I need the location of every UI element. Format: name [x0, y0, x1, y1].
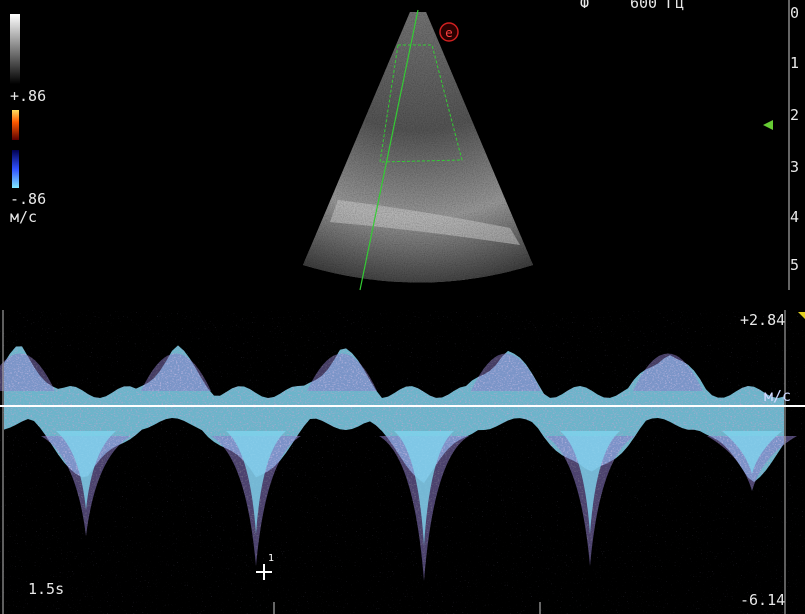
focus-marker-icon	[763, 120, 773, 130]
depth-ruler	[788, 0, 805, 290]
top-velocity-label: +2.84	[740, 311, 786, 329]
cursor-index: 1	[268, 553, 275, 564]
color-bar-negative	[12, 150, 19, 188]
scale-marker-icon	[798, 312, 805, 319]
color-scale-min: -.86	[10, 190, 47, 208]
depth-tick-1: 1	[790, 54, 800, 72]
bottom-velocity-label: -6.14	[740, 591, 786, 609]
spectral-doppler-trace	[0, 310, 805, 614]
depth-tick-4: 4	[790, 208, 800, 226]
spectral-doppler-panel	[0, 310, 805, 614]
depth-tick-5: 5	[790, 256, 800, 274]
frequency-label: Ф	[580, 0, 590, 12]
color-bar-positive	[12, 110, 19, 140]
depth-tick-3: 3	[790, 158, 800, 176]
ultrasound-sector	[303, 12, 533, 283]
depth-ruler-ticks	[788, 0, 790, 290]
svg-text:e: e	[445, 26, 452, 40]
b-mode-image: e	[303, 9, 533, 291]
color-scale-unit: м/с	[10, 208, 38, 226]
prf-value: 600 Гц	[630, 0, 685, 12]
sweep-time-label: 1.5s	[28, 580, 65, 598]
depth-tick-0: 0	[790, 4, 800, 22]
depth-tick-2: 2	[790, 106, 800, 124]
velocity-unit: м/с	[764, 387, 792, 405]
color-scale-max: +.86	[10, 87, 47, 105]
grayscale-bar	[10, 14, 20, 84]
